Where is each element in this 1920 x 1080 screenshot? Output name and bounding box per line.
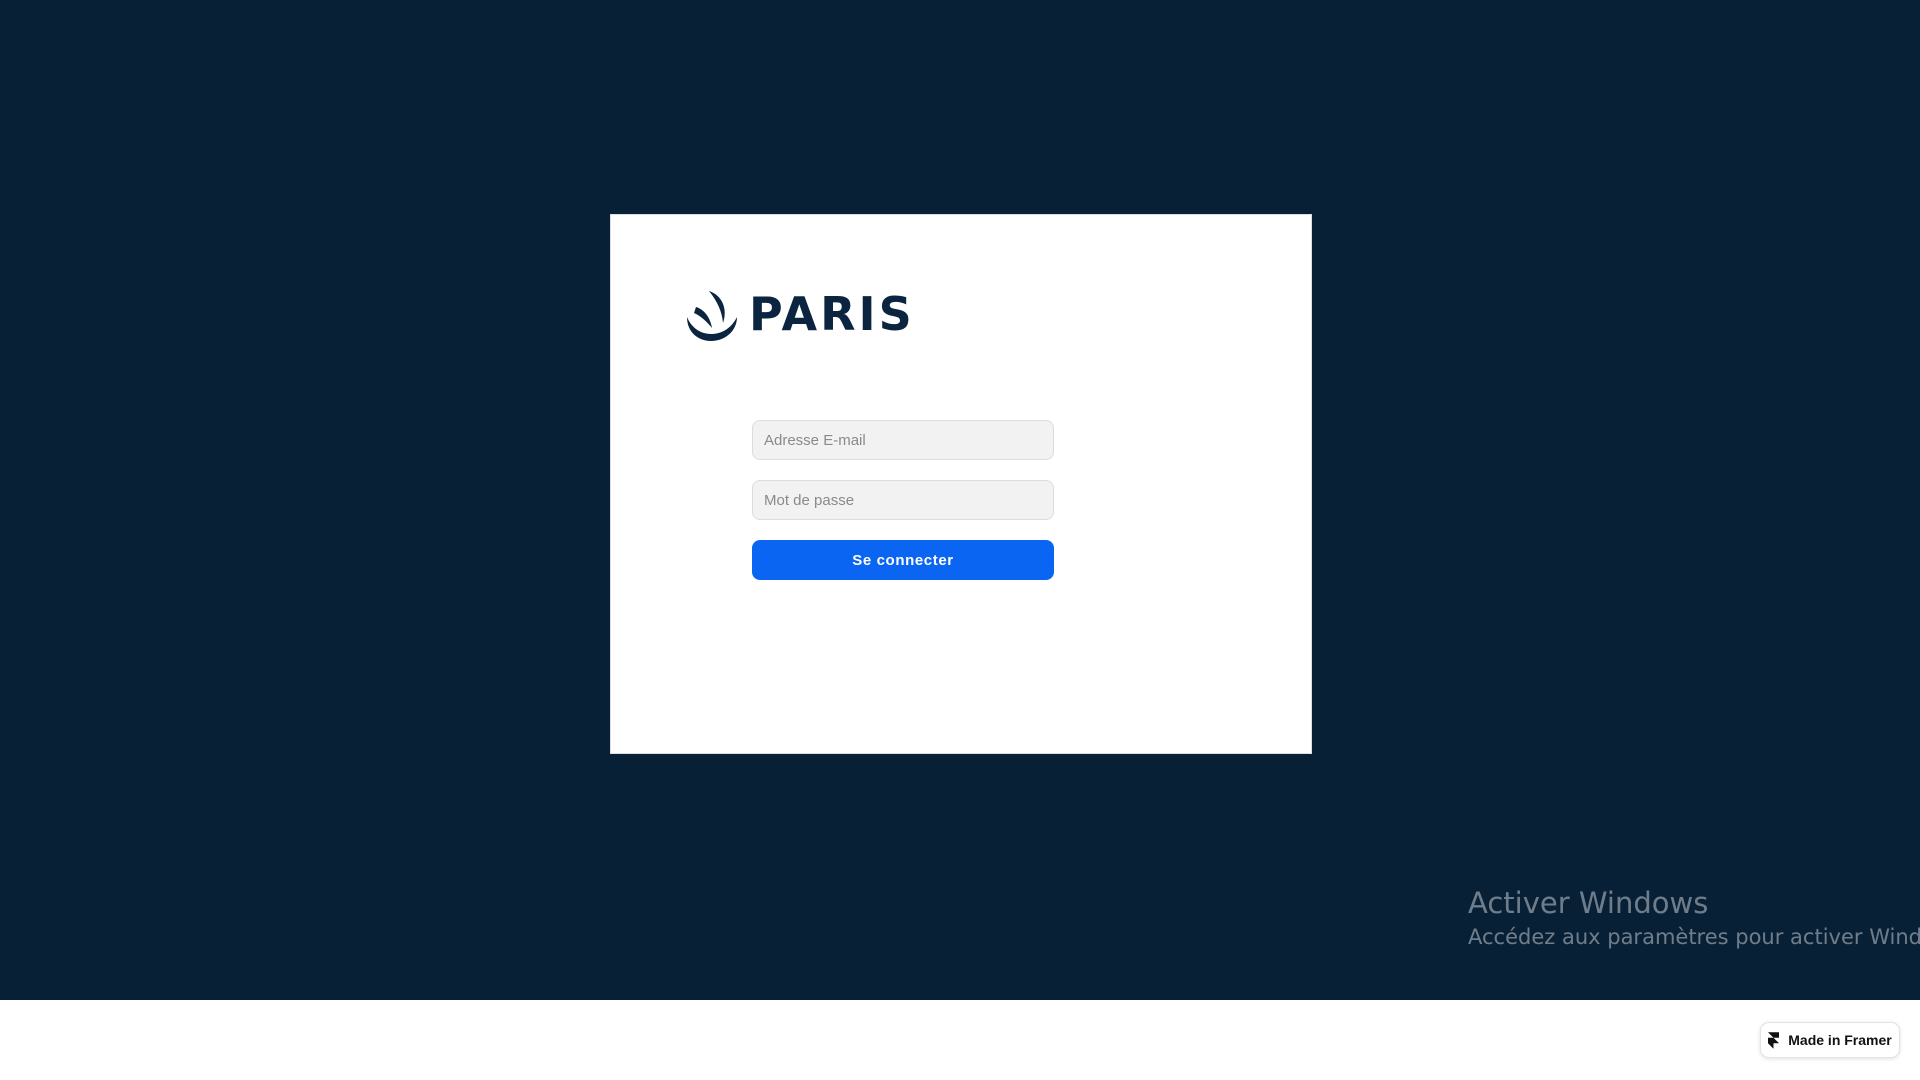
page-backdrop: PARIS Se connecter Activer Windows Accéd…: [0, 0, 1920, 1000]
watermark-subtitle: Accédez aux paramètres pour activer Wind…: [1468, 925, 1920, 949]
login-card: PARIS Se connecter: [610, 214, 1312, 754]
login-button[interactable]: Se connecter: [752, 540, 1054, 580]
paris-ship-logo-icon: [687, 291, 737, 341]
windows-activation-watermark: Activer Windows Accédez aux paramètres p…: [1468, 884, 1920, 952]
paris-logo: PARIS: [681, 285, 915, 343]
logo-text: PARIS: [749, 287, 915, 341]
watermark-title: Activer Windows: [1468, 886, 1709, 920]
framer-icon: [1768, 1031, 1780, 1049]
login-form: Se connecter: [752, 420, 1054, 580]
framer-badge-label: Made in Framer: [1788, 1032, 1892, 1048]
made-in-framer-badge[interactable]: Made in Framer: [1760, 1022, 1900, 1058]
email-field[interactable]: [752, 420, 1054, 460]
password-field[interactable]: [752, 480, 1054, 520]
page: PARIS Se connecter Activer Windows Accéd…: [0, 0, 1920, 1080]
